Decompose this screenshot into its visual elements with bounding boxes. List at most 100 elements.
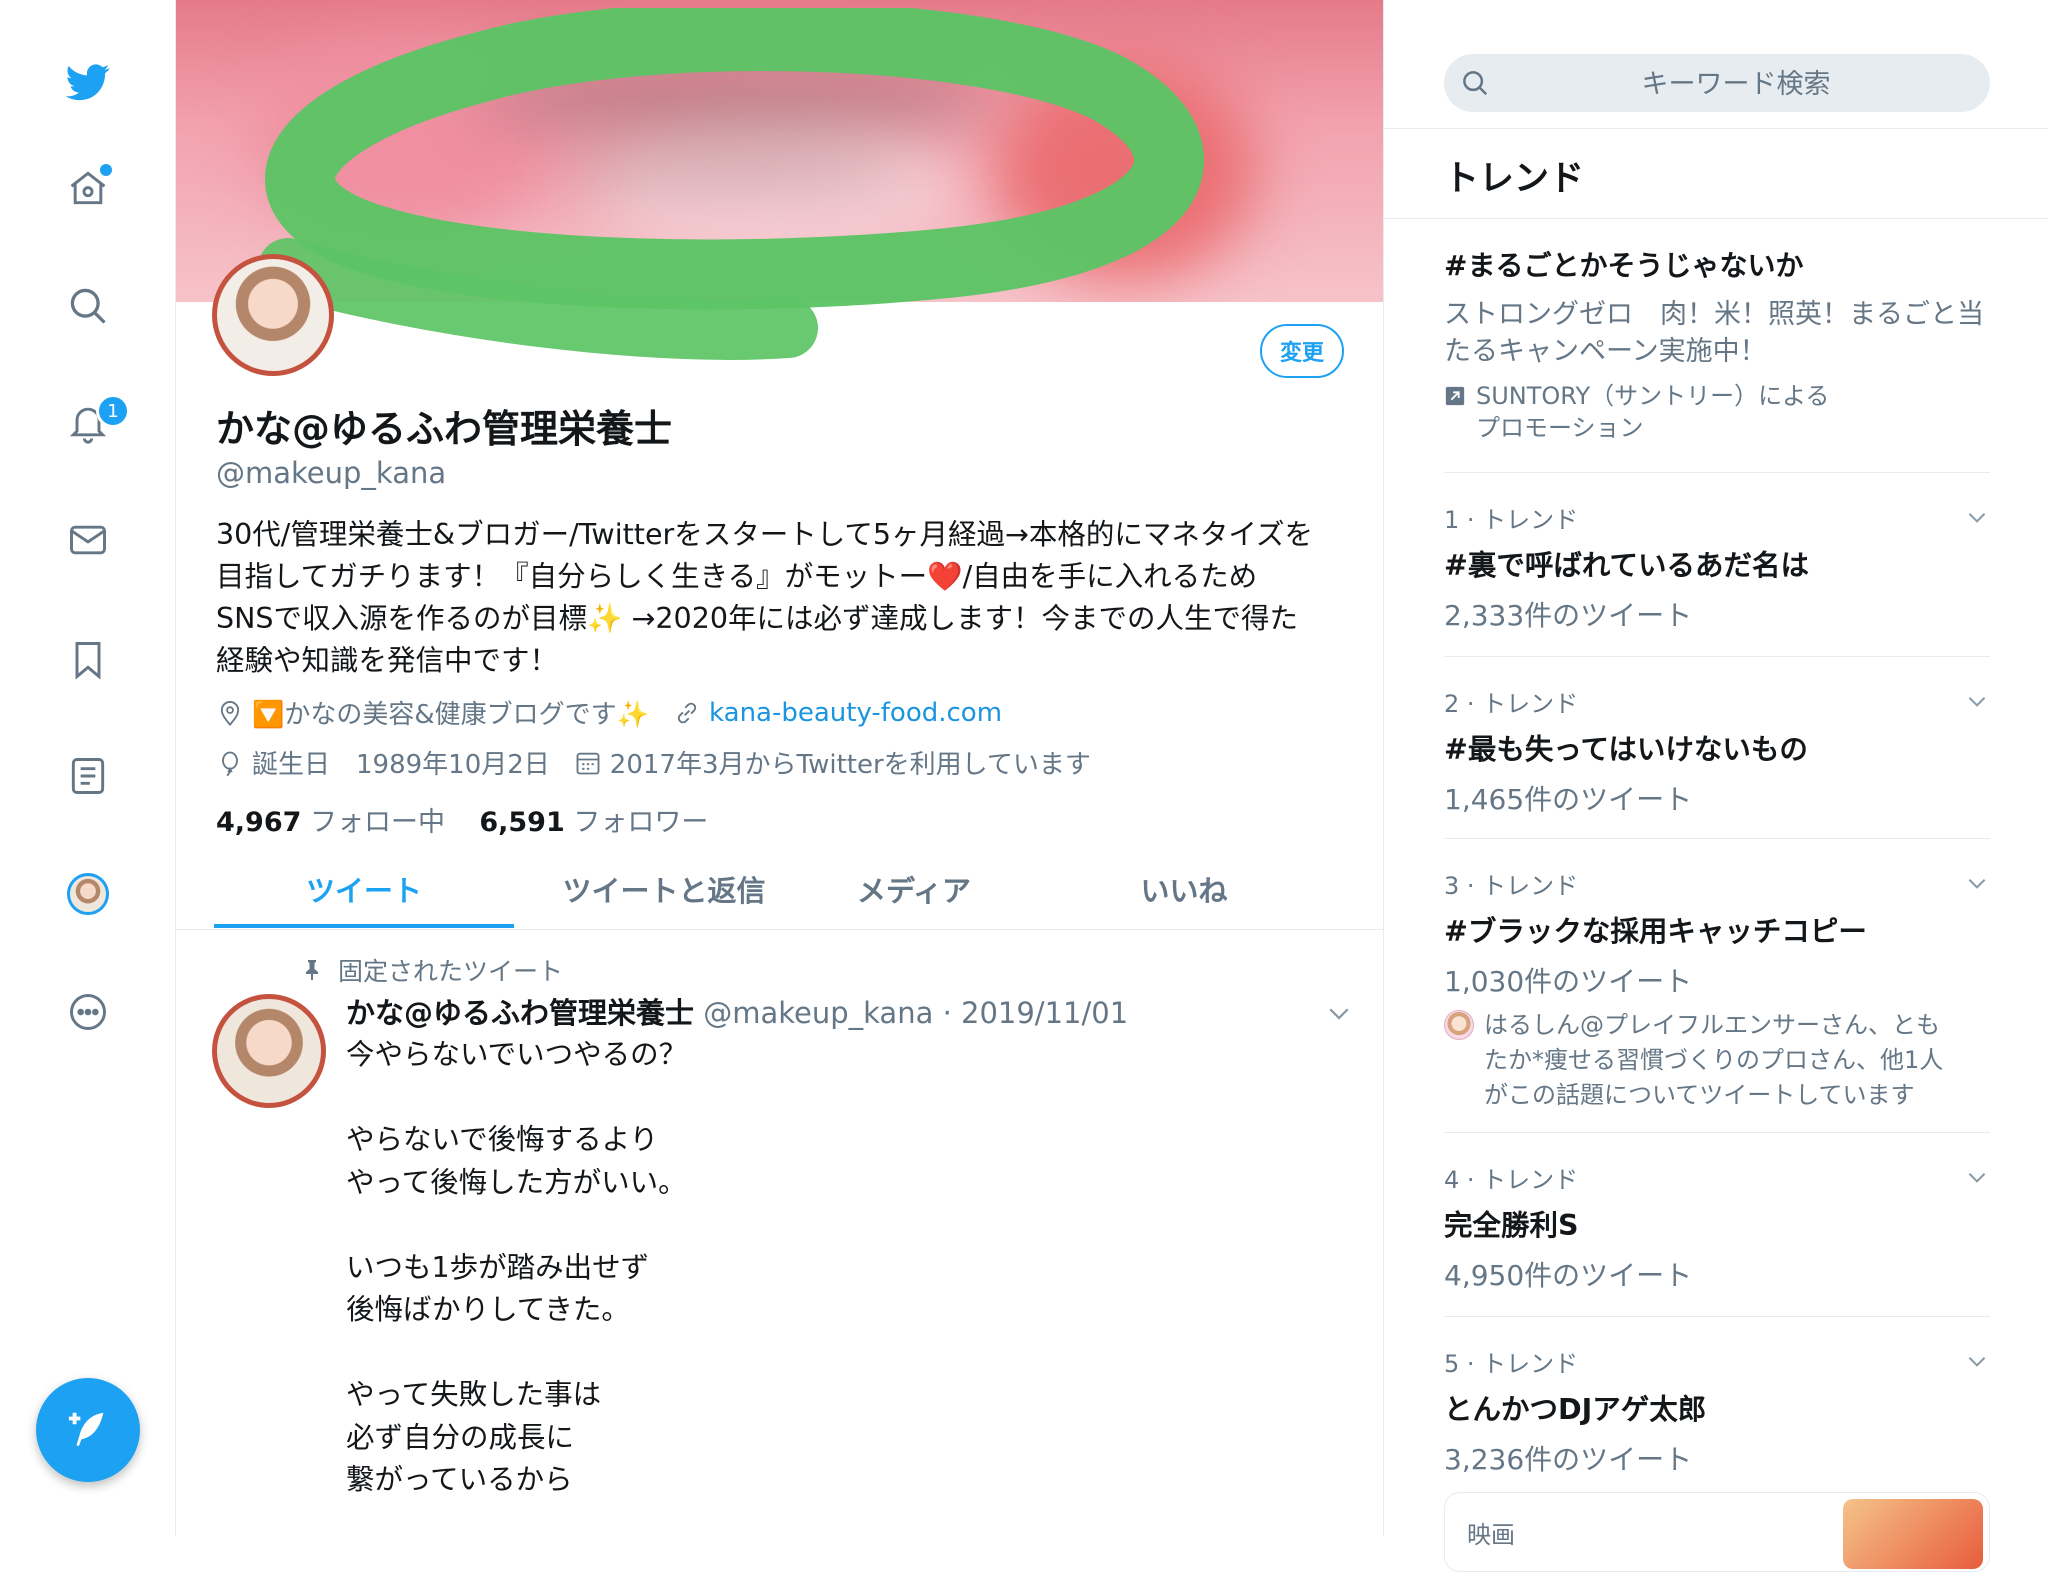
profile-meta-row-1: 🔽かなの美容&健康ブログです✨ kana-beauty-food.com <box>216 694 1026 731</box>
chevron-down-icon[interactable] <box>1964 1164 1990 1190</box>
trend-context-text: はるしん@プレイフルエンサーさん、とも たか*痩せる習慣づくりのプロさん、他1人… <box>1484 1011 1944 1109</box>
compose-feather-icon <box>68 1412 104 1447</box>
trend-rank: 5 · トレンド <box>1444 1350 1579 1378</box>
profile-avatar-image <box>67 873 109 915</box>
profile-location-text: 🔽かなの美容&健康ブログです✨ <box>252 700 650 730</box>
trend-name: #裏で呼ばれているあだ名は <box>1444 549 1810 582</box>
divider <box>1444 838 1990 839</box>
chevron-down-icon[interactable] <box>1964 870 1990 896</box>
trend-item-1[interactable]: 1 · トレンド #裏で呼ばれているあだ名は 2,333件のツイート <box>1444 500 1990 634</box>
trend-item-3[interactable]: 3 · トレンド #ブラックな採用キャッチコピー 1,030件のツイート はるし… <box>1444 866 1990 1113</box>
profile-meta-row-2: 誕生日 1989年10月2日 2017年3月からTwitterを利用しています <box>216 744 1115 781</box>
profile-joined: 2017年3月からTwitterを利用しています <box>574 744 1091 781</box>
trend-tweet-count: 4,950件のツイート <box>1444 1259 1693 1292</box>
tweet-author-handle-date[interactable]: @makeup_kana · 2019/11/01 <box>703 996 1128 1030</box>
divider <box>1384 128 2048 129</box>
promoted-by-text: SUNTORY（サントリー）による プロモーション <box>1476 382 1830 442</box>
profile-website[interactable]: kana-beauty-food.com <box>673 698 1002 728</box>
profile-handle: @makeup_kana <box>216 456 447 490</box>
trend-media-card[interactable]: 映画 <box>1444 1492 1990 1572</box>
home-icon[interactable] <box>58 158 118 218</box>
promoted-trend-description: ストロングゼロ 肉！米！照英！まるごと当たるキャンペーン実施中！ <box>1444 299 1984 367</box>
pin-icon <box>306 960 318 980</box>
right-sidebar: トレンド #まるごとかそうじゃないか ストロングゼロ 肉！米！照英！まるごと当た… <box>1384 0 2048 1572</box>
explore-search-icon[interactable] <box>58 276 118 336</box>
profile-birthday-text: 誕生日 1989年10月2日 <box>252 750 550 780</box>
chevron-down-icon[interactable] <box>1964 1348 1990 1374</box>
profile-tabs: ツイート ツイートと返信 メディア いいね <box>176 848 1383 930</box>
profile-avatar-large[interactable] <box>212 254 334 376</box>
trend-name: 完全勝利S <box>1444 1209 1579 1242</box>
following-link[interactable]: 4,967 フォロー中 <box>216 807 445 838</box>
search-input[interactable] <box>1504 54 1968 114</box>
compose-tweet-button[interactable] <box>36 1378 140 1482</box>
link-icon <box>677 702 697 723</box>
trend-item-2[interactable]: 2 · トレンド #最も失ってはいけないもの 1,465件のツイート <box>1444 684 1990 818</box>
divider <box>1384 218 2048 219</box>
tweet-author-avatar[interactable] <box>212 994 326 1108</box>
divider <box>1444 1132 1990 1133</box>
edit-profile-button[interactable]: 変更 <box>1260 324 1344 378</box>
trend-item-5[interactable]: 5 · トレンド とんかつDJアゲ太郎 3,236件のツイート <box>1444 1344 1990 1478</box>
location-pin-icon <box>220 700 240 726</box>
tab-media[interactable]: メディア <box>814 848 1014 930</box>
trend-rank: 1 · トレンド <box>1444 506 1579 534</box>
profile-banner-image <box>176 0 1383 302</box>
bookmarks-icon[interactable] <box>58 630 118 690</box>
promoted-by: SUNTORY（サントリー）による プロモーション <box>1444 380 1990 444</box>
trend-tweet-count: 2,333件のツイート <box>1444 599 1693 632</box>
followers-link[interactable]: 6,591 フォロワー <box>479 807 708 838</box>
search-icon <box>1463 71 1488 96</box>
followers-label: フォロワー <box>573 807 709 838</box>
pinned-tweet-label-text: 固定されたツイート <box>338 957 564 986</box>
chevron-down-icon[interactable] <box>1324 998 1354 1028</box>
profile-avatar[interactable] <box>58 864 118 924</box>
divider <box>1444 1316 1990 1317</box>
profile-joined-text: 2017年3月からTwitterを利用しています <box>609 750 1091 780</box>
trend-name: とんかつDJアゲ太郎 <box>1444 1393 1707 1426</box>
promoted-trend-tag: #まるごとかそうじゃないか <box>1444 249 1804 282</box>
trend-card-thumbnail <box>1843 1499 1983 1569</box>
trend-card-category: 映画 <box>1467 1521 1515 1549</box>
profile-location: 🔽かなの美容&健康ブログです✨ <box>216 694 649 731</box>
trend-tweet-count: 1,465件のツイート <box>1444 783 1693 816</box>
promoted-icon <box>1445 386 1465 406</box>
left-nav: 1 <box>0 0 176 1536</box>
profile-display-name: かな@ゆるふわ管理栄養士 <box>216 407 673 451</box>
calendar-icon <box>576 752 600 774</box>
tab-tweets[interactable]: ツイート <box>214 848 514 930</box>
balloon-icon <box>222 751 238 776</box>
profile-bio: 30代/管理栄養士&ブロガー/Twitterをスタートして5ヶ月経過→本格的にマ… <box>216 518 1314 677</box>
profile-birthday: 誕生日 1989年10月2日 <box>216 744 550 781</box>
chevron-down-icon[interactable] <box>1964 688 1990 714</box>
lists-icon[interactable] <box>58 746 118 806</box>
tab-tweets-and-replies[interactable]: ツイートと返信 <box>514 848 814 930</box>
trend-rank: 3 · トレンド <box>1444 872 1579 900</box>
profile-website-link[interactable]: kana-beauty-food.com <box>709 698 1002 728</box>
tweet-author-name[interactable]: かな@ゆるふわ管理栄養士 <box>346 996 694 1030</box>
trends-title: トレンド <box>1444 159 1585 199</box>
trend-name: #ブラックな採用キャッチコピー <box>1444 915 1867 948</box>
following-count: 4,967 <box>216 807 302 838</box>
following-label: フォロー中 <box>310 807 445 838</box>
trend-tweet-count: 1,030件のツイート <box>1444 965 1693 998</box>
active-tab-indicator <box>214 924 514 928</box>
more-icon[interactable] <box>58 982 118 1042</box>
twitter-logo-icon[interactable] <box>58 52 118 112</box>
trend-item-4[interactable]: 4 · トレンド 完全勝利S 4,950件のツイート <box>1444 1160 1990 1294</box>
messages-envelope-icon[interactable] <box>58 510 118 570</box>
followers-count: 6,591 <box>479 807 565 838</box>
chevron-down-icon[interactable] <box>1964 504 1990 530</box>
search-box[interactable] <box>1444 54 1990 114</box>
profile-column: 変更 かな@ゆるふわ管理栄養士 @makeup_kana 30代/管理栄養士&ブ… <box>176 0 1384 1536</box>
tweet-text: 今やらないでいつやるの？ やらないで後悔するより やって後悔した方がいい。 いつ… <box>346 1038 688 1496</box>
tab-likes[interactable]: いいね <box>1014 848 1354 930</box>
trend-rank: 2 · トレンド <box>1444 690 1579 718</box>
trend-rank: 4 · トレンド <box>1444 1166 1579 1194</box>
promoted-trend[interactable]: #まるごとかそうじゃないか ストロングゼロ 肉！米！照英！まるごと当たるキャンペ… <box>1444 244 1990 444</box>
divider <box>1444 472 1990 473</box>
notifications-bell-icon[interactable]: 1 <box>58 392 130 452</box>
pinned-tweet-label: 固定されたツイート <box>300 952 563 988</box>
follow-stats: 4,967 フォロー中 6,591 フォロワー <box>216 800 708 839</box>
home-new-dot <box>100 164 112 176</box>
